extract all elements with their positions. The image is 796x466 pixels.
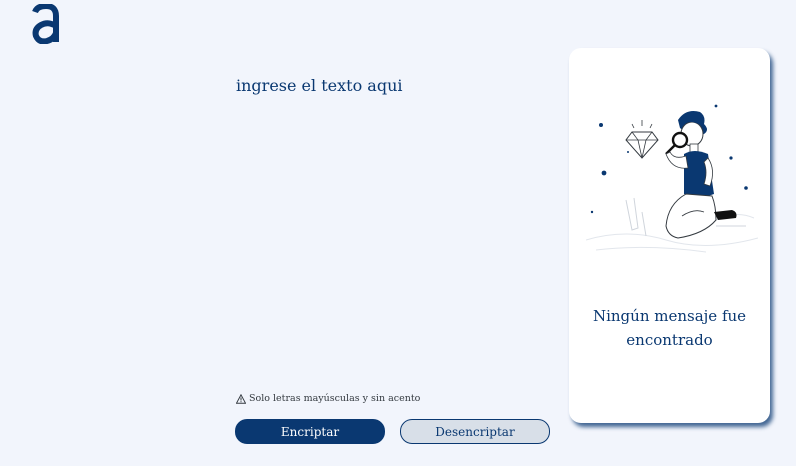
output-panel: Ningún mensaje fue encontrado	[569, 48, 770, 423]
person-with-magnifying-glass-illustration	[585, 100, 759, 260]
empty-message: Ningún mensaje fue encontrado	[592, 307, 747, 349]
hint-text: Solo letras mayúsculas y sin acento	[249, 393, 421, 404]
message-input[interactable]	[232, 72, 556, 380]
encrypt-button[interactable]: Encriptar	[235, 419, 385, 444]
input-hint: Solo letras mayúsculas y sin acento	[235, 393, 421, 404]
decrypt-button[interactable]: Desencriptar	[400, 419, 550, 444]
logo	[30, 2, 62, 45]
warning-icon	[235, 393, 247, 404]
